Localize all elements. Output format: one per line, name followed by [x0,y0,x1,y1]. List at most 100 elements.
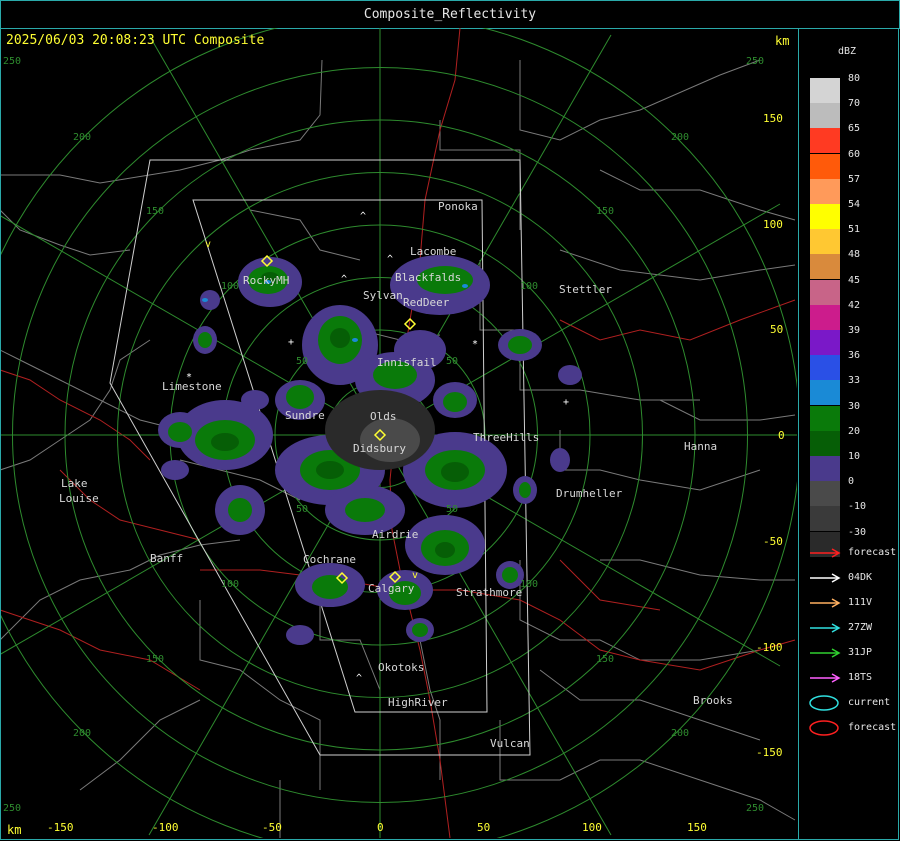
town-label: Blackfalds [395,271,461,284]
y-tick-label: 50 [770,323,783,336]
svg-text:^: ^ [356,673,362,684]
ring-label: 200 [73,132,91,143]
legend-swatch-label: 10 [848,451,861,462]
ring-label: 200 [73,728,91,739]
y-tick-label: 150 [763,112,783,125]
svg-text:v: v [205,239,211,250]
town-label: Strathmore [456,586,522,599]
track-arrow-icon [810,573,841,583]
town-label: Banff [150,552,183,565]
ring-label: 100 [520,579,538,590]
legend-swatch [810,128,840,154]
track-arrow-icon [810,623,841,633]
legend-swatch [810,330,840,355]
legend-swatch [810,153,840,179]
cell-outline-icon [809,720,839,736]
town-label: Louise [59,492,99,505]
ring-label: 250 [746,803,764,814]
ring-label: 250 [746,56,764,67]
town-label: Brooks [693,694,733,707]
town-label: RedDeer [403,296,450,309]
track-arrow-icon [810,673,841,683]
legend-swatch [810,204,840,229]
town-label: Sundre [285,409,325,422]
window-title: Composite_Reflectivity [0,0,900,29]
x-axis-labels: -150 -100 -50 0 50 100 150 [47,821,707,834]
ring-label: 150 [146,654,164,665]
legend-swatch [810,380,840,406]
svg-text:+: + [288,337,294,348]
legend-swatch-label: 54 [848,199,861,210]
track-label: 31JP [848,647,873,658]
legend-swatch-label: 80 [848,73,861,84]
town-label: Lake [61,477,88,490]
ring-label: 250 [3,803,21,814]
town-label: Vulcan [490,737,530,750]
town-label: Airdrie [372,528,418,541]
legend-swatch-label: 45 [848,274,861,286]
y-tick-label: -100 [756,641,783,654]
town-label: Hanna [684,440,717,453]
town-label: Ponoka [438,200,478,213]
track-label: 04DK [848,572,873,583]
town-label: Stettler [559,283,612,296]
legend-swatch [810,456,840,481]
x-tick-label: 50 [477,821,490,834]
legend-swatch-label: 39 [848,325,861,336]
legend-swatch-label: 65 [848,123,861,135]
radar-map[interactable]: ^ ^ ^ ^ * * + + v v Ponoka Lacombe Black… [1,28,797,838]
legend-swatch [810,229,840,255]
x-tick-label: 100 [582,821,602,834]
legend-swatch-label: 36 [848,350,861,362]
town-label: Drumheller [556,487,623,500]
track-label: 111V [848,597,873,608]
legend-swatch-label: -10 [848,501,867,513]
ring-label: 100 [520,281,538,292]
legend-swatch [810,178,840,204]
legend-swatch [810,355,840,381]
ring-label: 250 [3,56,21,67]
legend-swatch [810,405,840,431]
legend-swatch-label: 30 [848,400,861,412]
legend-swatch [810,481,840,507]
legend-swatch-label: 0 [848,476,855,488]
legend-swatch [810,506,840,532]
x-tick-label: 0 [377,821,384,834]
town-label: Cochrane [303,553,356,566]
svg-text:^: ^ [387,254,393,265]
x-tick-label: -100 [152,821,179,834]
legend-swatch-label: 20 [848,425,861,437]
svg-text:*: * [472,339,478,350]
ring-label: 50 [296,356,308,367]
legend-swatch-label: 51 [848,224,861,236]
legend-swatch [810,279,840,305]
town-label: HighRiver [388,696,448,709]
town-label: RockyMH [243,274,289,287]
km-unit-top: km [775,34,790,48]
legend-swatch-label: 70 [848,98,861,110]
legend-swatch [810,103,840,129]
track-label: 18TS [848,672,873,683]
legend-swatch [810,254,840,280]
town-label: Olds [370,410,397,423]
svg-text:+: + [563,397,569,408]
legend-swatch-label: 57 [848,173,861,185]
legend-swatch-label: 33 [848,375,861,387]
ring-label: 150 [146,206,164,217]
ring-label: 150 [596,206,614,217]
x-tick-label: -150 [47,821,74,834]
x-tick-label: -50 [262,821,282,834]
legend-swatch [810,304,840,330]
track-label: forecast [848,547,897,558]
town-label: ThreeHills [473,431,539,444]
ring-label: 200 [671,728,689,739]
legend-unit: dBZ [838,46,857,57]
ring-label: 50 [446,356,458,367]
legend-swatch-label: -30 [848,526,867,538]
legend-swatch [810,78,840,103]
legend-swatch [810,430,840,456]
track-arrow-icon [810,598,841,608]
town-label: Sylvan [363,289,403,302]
legend-swatch-label: 42 [848,299,861,311]
ring-label: 100 [221,579,239,590]
